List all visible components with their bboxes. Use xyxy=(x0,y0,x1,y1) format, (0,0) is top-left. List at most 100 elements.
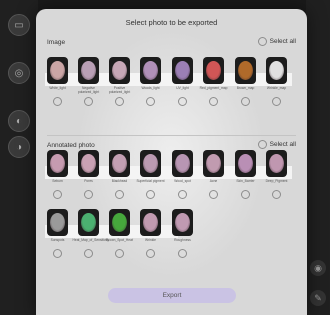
face-image xyxy=(143,154,158,173)
face-image xyxy=(238,61,253,80)
thumbnail-select-radio[interactable] xyxy=(272,97,281,106)
photo-thumbnail[interactable] xyxy=(235,57,256,84)
dialog-title: Select photo to be exported xyxy=(125,18,218,27)
face-image xyxy=(50,213,65,232)
photo-thumbnail[interactable] xyxy=(203,150,224,177)
annotated-select-all-radio[interactable] xyxy=(257,140,267,149)
thumbnail-select-radio[interactable] xyxy=(115,190,124,199)
right-toolbar: ◉ ✎ xyxy=(306,0,330,315)
thumbnail-label: Acne xyxy=(209,179,218,183)
face-image xyxy=(81,213,96,232)
thumbnail-label: Negative polarized_light xyxy=(77,86,100,94)
photo-thumbnail[interactable] xyxy=(47,150,68,177)
image-select-all-label: Select all xyxy=(269,38,296,45)
photo-thumbnail[interactable] xyxy=(203,57,224,84)
thumbnail-select-radio[interactable] xyxy=(209,190,218,199)
thumbnail-select-radio[interactable] xyxy=(115,97,124,106)
face-image xyxy=(143,213,158,232)
photo-thumbnail[interactable] xyxy=(109,209,130,236)
edit-icon[interactable]: ✎ xyxy=(310,290,326,306)
face-image xyxy=(206,61,221,80)
photo-thumbnail[interactable] xyxy=(172,209,193,236)
thumbnail-label: Blackhead xyxy=(111,179,128,183)
thumbnail-label: Wrinkle xyxy=(145,238,156,242)
photo-thumbnail[interactable] xyxy=(109,150,130,177)
section-divider xyxy=(47,135,296,136)
thumbnail-select-radio[interactable] xyxy=(146,249,155,258)
thumbnail-label: Woods_light xyxy=(141,86,160,90)
thumbnail-label: Brown_map xyxy=(236,86,255,90)
thumbnail-select-radio[interactable] xyxy=(178,249,187,258)
face-image xyxy=(112,61,127,80)
thumbnail-select-radio[interactable] xyxy=(146,190,155,199)
face-image xyxy=(81,61,96,80)
thumbnail-select-radio[interactable] xyxy=(178,97,187,106)
folder-icon[interactable]: ▭ xyxy=(8,14,30,36)
face-image xyxy=(269,154,284,173)
photo-thumbnail[interactable] xyxy=(266,57,287,84)
thumbnail-select-radio[interactable] xyxy=(115,249,124,258)
photo-thumbnail[interactable] xyxy=(78,150,99,177)
face-image xyxy=(112,154,127,173)
annotated-select-all-label: Select all xyxy=(269,141,296,148)
camera-icon[interactable]: ◎ xyxy=(8,62,30,84)
thumbnail-label: Heat_Map_of_Sensitivity xyxy=(72,238,109,242)
face-image xyxy=(238,154,253,173)
thumbnail-select-radio[interactable] xyxy=(53,249,62,258)
annotated-section-label: Annotated photo xyxy=(47,142,95,149)
thumbnail-select-radio[interactable] xyxy=(84,97,93,106)
face-image xyxy=(175,61,190,80)
photo-thumbnail[interactable] xyxy=(140,209,161,236)
export-button[interactable]: Export xyxy=(108,288,236,303)
photo-thumbnail[interactable] xyxy=(47,209,68,236)
thumbnail-select-radio[interactable] xyxy=(84,190,93,199)
thumbnail-label: Wood_spot xyxy=(174,179,191,183)
photo-thumbnail[interactable] xyxy=(109,57,130,84)
thumbnail-label: Sebum xyxy=(52,179,63,183)
face-image xyxy=(143,61,158,80)
tool-icon[interactable]: ◉ xyxy=(310,260,326,276)
thumbnail-select-radio[interactable] xyxy=(84,249,93,258)
thumbnail-label: UV_light xyxy=(176,86,189,90)
thumbnail-select-radio[interactable] xyxy=(53,190,62,199)
thumbnail-select-radio[interactable] xyxy=(272,190,281,199)
thumbnail-label: Superficial pigment xyxy=(136,179,165,183)
thumbnail-label: Pores xyxy=(84,179,93,183)
thumbnail-label: Skin_Barrier xyxy=(236,179,255,183)
thumbnail-label: Brown_Spot_Heat xyxy=(106,238,133,242)
thumbnail-label: Roughness xyxy=(174,238,191,242)
thumbnail-select-radio[interactable] xyxy=(241,190,250,199)
left-sidebar: ▭ ◎ ◐ ◑ xyxy=(0,0,38,315)
photo-thumbnail[interactable] xyxy=(266,150,287,177)
annotated-select-all[interactable]: Select all xyxy=(257,140,296,149)
thumbnail-select-radio[interactable] xyxy=(209,97,218,106)
face-image xyxy=(269,61,284,80)
image-select-all-radio[interactable] xyxy=(257,37,267,46)
photo-thumbnail[interactable] xyxy=(140,57,161,84)
export-dialog: Select photo to be exported Image Select… xyxy=(36,9,307,315)
thumbnail-label: Wrinkle_map xyxy=(266,86,287,90)
photo-thumbnail[interactable] xyxy=(172,150,193,177)
photo-thumbnail[interactable] xyxy=(47,57,68,84)
compare-icon[interactable]: ◑ xyxy=(8,136,30,158)
photo-thumbnail[interactable] xyxy=(172,57,193,84)
photo-thumbnail[interactable] xyxy=(235,150,256,177)
thumbnail-select-radio[interactable] xyxy=(178,190,187,199)
photo-thumbnail[interactable] xyxy=(78,57,99,84)
thumbnail-label: Red_pigment_map xyxy=(199,86,228,90)
face-image xyxy=(50,154,65,173)
analysis-icon[interactable]: ◐ xyxy=(8,110,30,132)
face-image xyxy=(112,213,127,232)
face-image xyxy=(175,154,190,173)
photo-thumbnail[interactable] xyxy=(78,209,99,236)
thumbnail-select-radio[interactable] xyxy=(146,97,155,106)
face-image xyxy=(50,61,65,80)
face-image xyxy=(206,154,221,173)
thumbnail-label: Deep_Pigment xyxy=(265,179,288,183)
face-image xyxy=(175,213,190,232)
photo-thumbnail[interactable] xyxy=(140,150,161,177)
thumbnail-label: Sunspots xyxy=(50,238,65,242)
image-select-all[interactable]: Select all xyxy=(257,37,296,46)
thumbnail-select-radio[interactable] xyxy=(241,97,250,106)
thumbnail-select-radio[interactable] xyxy=(53,97,62,106)
